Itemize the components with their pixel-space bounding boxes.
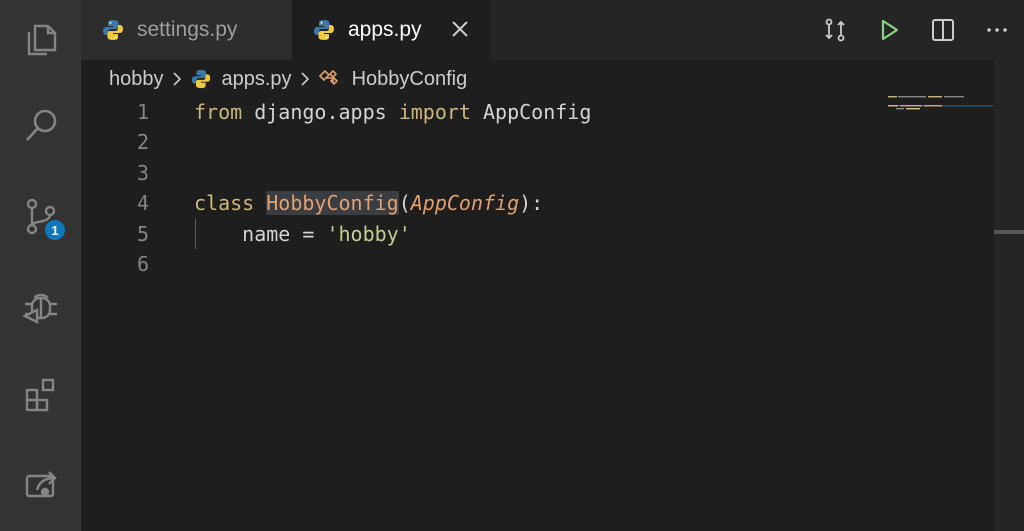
split-editor-button[interactable]: [916, 0, 970, 60]
editor-actions: [808, 0, 1024, 60]
keyword-class: class: [194, 191, 255, 215]
scrollbar-thumb[interactable]: [994, 230, 1024, 234]
line-number: 4: [136, 191, 149, 215]
run-python-file-button[interactable]: [862, 0, 916, 60]
chevron-right-icon: [172, 72, 181, 86]
module-name: django.apps: [242, 100, 399, 124]
base-class: AppConfig: [410, 191, 520, 215]
breadcrumb-symbol-label: HobbyConfig: [351, 67, 468, 90]
line-number: 1: [136, 100, 149, 124]
remote-explorer-icon[interactable]: [0, 442, 81, 522]
breadcrumb-symbol[interactable]: HobbyConfig: [318, 67, 468, 91]
code-line: 5 name = 'hobby': [81, 219, 994, 249]
tab-label: apps.py: [348, 18, 422, 41]
class-symbol-icon: [318, 69, 338, 86]
play-icon: [881, 19, 899, 41]
code-text: from django.apps import AppConfig: [194, 97, 591, 127]
close-icon[interactable]: [448, 17, 472, 41]
class-name: HobbyConfig: [266, 191, 399, 215]
python-file-icon: [314, 20, 334, 40]
source-control-icon[interactable]: [0, 176, 81, 256]
vertical-scrollbar[interactable]: [994, 60, 1024, 531]
compare-changes-icon: [825, 18, 845, 42]
search-icon[interactable]: [0, 86, 81, 166]
indent-guide: [195, 219, 196, 249]
code-line: 2: [81, 127, 994, 157]
breadcrumb-folder[interactable]: hobby: [109, 68, 164, 91]
tab-settings-py[interactable]: settings.py: [81, 0, 292, 60]
string-value: 'hobby': [326, 222, 411, 246]
more-actions-button[interactable]: [970, 0, 1024, 60]
imported-name: AppConfig: [470, 100, 592, 124]
attribute: name =: [242, 222, 327, 246]
code-editor[interactable]: 1 from django.apps import AppConfig 2 3 …: [81, 95, 994, 531]
paren-close: ):: [519, 191, 544, 215]
code-line: 6: [81, 249, 994, 279]
line-number: 2: [136, 130, 149, 154]
extensions-icon[interactable]: [0, 354, 81, 434]
line-number: 6: [136, 252, 149, 276]
code-text: name = 'hobby': [194, 219, 411, 249]
keyword-from: from: [194, 100, 243, 124]
activity-bar: 1: [0, 0, 81, 531]
keyword-import: import: [398, 100, 471, 124]
tab-bar: settings.py apps.py: [81, 0, 1024, 60]
code-line: 1 from django.apps import AppConfig: [81, 97, 994, 127]
paren-open: (: [398, 191, 411, 215]
source-control-badge: 1: [43, 218, 67, 242]
line-number: 5: [136, 222, 149, 246]
open-changes-button[interactable]: [808, 0, 862, 60]
code-line: 4 class HobbyConfig(AppConfig):: [81, 188, 994, 218]
minimap[interactable]: [888, 95, 993, 125]
python-file-icon: [191, 69, 210, 89]
code-line: 3: [81, 158, 994, 188]
tab-apps-py[interactable]: apps.py: [292, 0, 490, 60]
python-file-icon: [103, 20, 123, 40]
tab-label: settings.py: [137, 18, 238, 41]
ellipsis-icon: [987, 28, 1007, 32]
breadcrumb-file[interactable]: apps.py: [190, 68, 292, 91]
code-text: class HobbyConfig(AppConfig):: [194, 188, 543, 218]
split-editor-icon: [932, 19, 954, 41]
line-number: 3: [136, 161, 149, 185]
explorer-icon[interactable]: [0, 0, 81, 80]
breadcrumb: hobby apps.py HobbyConfig: [109, 64, 467, 94]
run-debug-icon[interactable]: [0, 266, 81, 346]
chevron-right-icon: [300, 72, 309, 86]
breadcrumb-file-label: apps.py: [221, 67, 292, 90]
